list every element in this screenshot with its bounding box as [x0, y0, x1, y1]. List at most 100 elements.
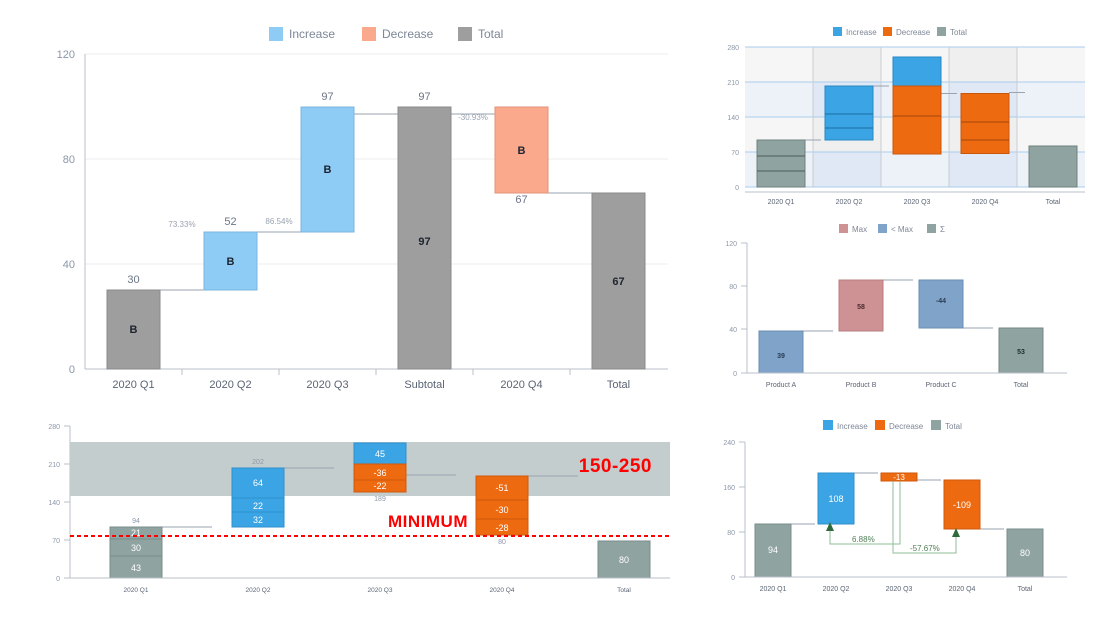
legend: Increase Decrease Total: [269, 27, 503, 41]
y-tick-280: 280: [48, 424, 60, 431]
y-tick-80: 80: [729, 284, 737, 291]
x-label-q2: 2020 Q2: [836, 199, 863, 206]
bar-q4[interactable]: -109: [943, 479, 981, 530]
bar-label-total: 53: [1017, 349, 1025, 356]
segment-label-q1-1: 30: [131, 543, 141, 553]
bar-inside-label-subtotal: 97: [418, 236, 430, 248]
x-label-q3: 2020 Q3: [886, 586, 913, 593]
segment-label-q1-2: 43: [131, 563, 141, 573]
legend-label-increase[interactable]: Increase: [846, 28, 877, 37]
segment-label-q4-0: -51: [495, 483, 508, 493]
chart-waterfall-stacked-minimum: 280 210 140 70 0 150-250 94 21 30 43 202…: [40, 410, 700, 610]
legend-label-decrease[interactable]: Decrease: [382, 27, 434, 41]
x-label-total: Total: [617, 587, 631, 594]
segment-label-q2-2: 32: [253, 515, 263, 525]
bar-total[interactable]: [1028, 145, 1078, 188]
y-tick-240: 240: [723, 440, 735, 447]
bar-q3[interactable]: -13: [880, 472, 918, 482]
y-tick-140: 140: [727, 115, 739, 122]
pct-label-q4: -57.67%: [910, 544, 940, 553]
bar-q2[interactable]: 202 64 22 32: [231, 459, 285, 528]
y-tick-210: 210: [48, 462, 60, 469]
legend-swatch-total: [931, 420, 941, 430]
bar-inside-label-q4: B: [518, 145, 526, 157]
x-label-q1: 2020 Q1: [768, 199, 795, 206]
legend-swatch-decrease: [875, 420, 885, 430]
segment-label-total-0: 80: [619, 555, 629, 565]
minimum-label: MINIMUM: [388, 512, 468, 531]
bar-label-product-b: 58: [857, 304, 865, 311]
bar-label-product-c: -44: [936, 298, 946, 305]
y-tick-120: 120: [725, 241, 737, 248]
legend-swatch-max: [839, 224, 848, 233]
bar-bottom-label-q3: 189: [374, 496, 386, 503]
bar-q2[interactable]: [824, 85, 874, 141]
bar-q1[interactable]: 94 21 30 43: [109, 518, 163, 579]
segment-label-q2-1: 22: [253, 501, 263, 511]
legend-label-sum[interactable]: Σ: [940, 225, 945, 234]
y-tick-40: 40: [63, 259, 75, 271]
bar-inside-label-q3: B: [324, 164, 332, 176]
chart-waterfall-quarterly-main: Increase Decrease Total 120 80 40 0 30 B…: [0, 0, 700, 400]
pct-label-q2-q3: 86.54%: [265, 217, 292, 226]
legend-label-increase[interactable]: Increase: [837, 422, 868, 431]
y-tick-80: 80: [63, 154, 75, 166]
legend-swatch-total: [937, 27, 946, 36]
legend-label-decrease[interactable]: Decrease: [896, 28, 931, 37]
bar-q3[interactable]: [892, 56, 942, 155]
waterfall-chart-gallery: Increase Decrease Total 120 80 40 0 30 B…: [0, 0, 1100, 618]
x-label-q1: 2020 Q1: [760, 586, 787, 593]
y-tick-280: 280: [727, 45, 739, 52]
legend: Increase Decrease Total: [833, 27, 967, 37]
y-tick-210: 210: [727, 80, 739, 87]
bar-product-a[interactable]: [758, 330, 804, 374]
legend-swatch-total: [458, 27, 472, 41]
bar-label-q1: 94: [768, 545, 778, 555]
x-label-product-a: Product A: [766, 382, 797, 389]
bar-label-q4: 67: [515, 194, 527, 206]
y-tick-70: 70: [52, 538, 60, 545]
y-tick-0: 0: [735, 185, 739, 192]
bar-bottom-label-q4: 80: [498, 539, 506, 546]
legend-label-max[interactable]: Max: [852, 225, 867, 234]
x-label-q1: 2020 Q1: [124, 587, 149, 594]
segment-label-q4-2: -28: [495, 523, 508, 533]
y-tick-140: 140: [48, 500, 60, 507]
bar-q1[interactable]: 94: [754, 523, 792, 578]
legend-swatch-decrease: [362, 27, 376, 41]
y-tick-0: 0: [731, 575, 735, 582]
bar-total[interactable]: 80: [1006, 528, 1044, 578]
bar-top-label-q2: 202: [252, 459, 264, 466]
x-label-q3: 2020 Q3: [306, 379, 348, 391]
bar-q4[interactable]: [960, 93, 1010, 154]
bar-q1[interactable]: [756, 139, 806, 188]
segment-label-q4-1: -30: [495, 505, 508, 515]
bar-top-label-q1: 94: [132, 518, 140, 525]
bar-label-q3: 97: [321, 91, 333, 103]
legend-swatch-increase: [833, 27, 842, 36]
legend-label-total[interactable]: Total: [478, 27, 503, 41]
x-label-q1: 2020 Q1: [112, 379, 154, 391]
x-label-total: Total: [1014, 382, 1029, 389]
bar-total[interactable]: 80: [597, 540, 651, 579]
x-label-total: Total: [607, 379, 630, 391]
segment-label-q3-0: 45: [375, 449, 385, 459]
x-label-q4: 2020 Q4: [500, 379, 542, 391]
legend-swatch-sum: [927, 224, 936, 233]
legend-label-less-max[interactable]: < Max: [891, 225, 913, 234]
bar-inside-label-q2: B: [227, 256, 235, 268]
legend-swatch-less-max: [878, 224, 887, 233]
bar-inside-label-q1: B: [130, 324, 138, 336]
bar-label-q2: 52: [224, 216, 236, 228]
legend-label-decrease[interactable]: Decrease: [889, 422, 924, 431]
range-label: 150-250: [579, 456, 652, 477]
legend-label-total[interactable]: Total: [950, 28, 967, 37]
bar-label-product-a: 39: [777, 353, 785, 360]
y-tick-160: 160: [723, 485, 735, 492]
bar-q2[interactable]: 108: [817, 472, 855, 525]
x-label-q2: 2020 Q2: [823, 586, 850, 593]
chart-waterfall-banded-boxes: Increase Decrease Total 280 210 140 70 0…: [715, 18, 1100, 218]
chart-waterfall-products-max: Max < Max Σ 120 80 40 0 39 58 -44 53 Pro…: [715, 218, 1100, 398]
legend-label-increase[interactable]: Increase: [289, 27, 335, 41]
legend-label-total[interactable]: Total: [945, 422, 962, 431]
